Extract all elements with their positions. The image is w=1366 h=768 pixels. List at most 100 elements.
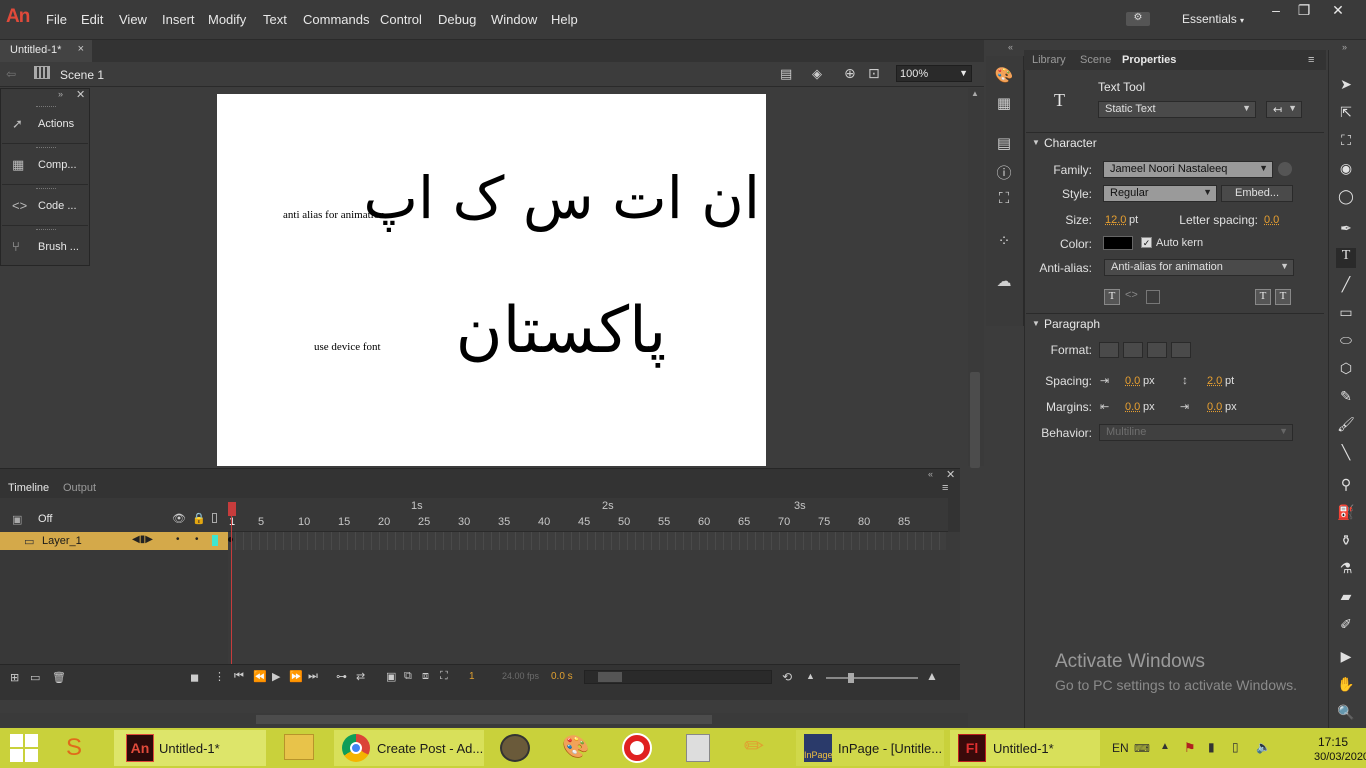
menu-help[interactable]: Help (551, 12, 578, 27)
stage[interactable] (217, 94, 766, 466)
frame-rate[interactable]: 24.00 fps (502, 671, 539, 681)
tab-scene[interactable]: Scene (1080, 54, 1111, 66)
edit-scene-icon[interactable]: ▤ (780, 66, 792, 82)
selectable-text-icon[interactable]: T (1104, 289, 1120, 305)
file-explorer-icon[interactable] (284, 734, 314, 760)
font-style-select[interactable]: Regular ▼ (1103, 185, 1217, 202)
clock-time[interactable]: 17:15 (1318, 735, 1348, 749)
minimize-icon[interactable]: – (1262, 2, 1290, 20)
left-margin-value[interactable]: 0.0 (1125, 401, 1140, 413)
timeline-vertical-scrollbar[interactable] (948, 532, 960, 664)
elapsed-time[interactable]: 0.0 s (551, 671, 573, 682)
volume-icon[interactable]: 🔈 (1256, 740, 1271, 754)
paragraph-section-header[interactable]: ▼ Paragraph (1026, 313, 1324, 333)
start-windows-icon[interactable] (10, 734, 38, 762)
subscript-icon[interactable]: T (1275, 289, 1291, 305)
loop-icon[interactable]: ⇄ (356, 670, 365, 683)
align-icon[interactable]: ▤ (994, 134, 1014, 154)
menu-text[interactable]: Text (263, 12, 287, 27)
tab-timeline[interactable]: Timeline (8, 482, 49, 494)
keyboard-icon[interactable]: ⌨ (1134, 742, 1150, 755)
layer-nav-icon[interactable]: ◀▮▶ (132, 534, 153, 545)
go-to-first-frame-icon[interactable]: ⏮ (234, 670, 244, 683)
frame-size-slider[interactable] (826, 677, 918, 679)
go-to-last-frame-icon[interactable]: ⏭ (308, 670, 318, 683)
onion-outline-icon[interactable]: ⧉ (404, 670, 412, 683)
align-justify-icon[interactable] (1171, 342, 1191, 358)
tab-output[interactable]: Output (63, 482, 96, 494)
font-size-value[interactable]: 12.0 (1105, 214, 1126, 226)
collapse-icons-icon[interactable]: « (1008, 42, 1013, 52)
paint-icon[interactable]: 🎨 (562, 734, 592, 762)
color-palette-icon[interactable]: 🎨 (994, 66, 1014, 86)
anti-alias-select[interactable]: Anti-alias for animation ▼ (1104, 259, 1294, 276)
letter-spacing-value[interactable]: 0.0 (1264, 214, 1279, 226)
show-border-icon[interactable] (1146, 290, 1160, 304)
center-stage-icon[interactable]: ⊕ (844, 65, 856, 82)
zoom-tool-icon[interactable]: 🔍 (1336, 704, 1356, 724)
menu-modify[interactable]: Modify (208, 12, 246, 27)
auto-kern-checkbox[interactable]: ✓ (1141, 237, 1152, 248)
layer-frames[interactable] (228, 532, 946, 550)
cc-libraries-icon[interactable]: ☁ (994, 272, 1014, 292)
text-color-swatch[interactable] (1103, 236, 1133, 250)
eyedropper-tool-icon[interactable]: ⚗ (1336, 560, 1356, 580)
collapse-timeline-icon[interactable]: « (928, 469, 933, 479)
document-tab[interactable]: Untitled-1* × (0, 40, 92, 62)
swatches-icon[interactable]: ▦ (994, 94, 1014, 114)
calculator-icon[interactable] (686, 734, 710, 762)
selection-tool-icon[interactable]: ➤ (1336, 76, 1356, 96)
line-tool-icon[interactable]: ╱ (1336, 276, 1356, 296)
text-tool-icon[interactable]: T (1336, 248, 1356, 268)
right-margin-value[interactable]: 0.0 (1207, 401, 1222, 413)
align-left-icon[interactable] (1099, 342, 1119, 358)
workspace-switcher[interactable]: Essentials ▾ (1182, 12, 1244, 26)
menu-edit[interactable]: Edit (81, 12, 103, 27)
menu-commands[interactable]: Commands (303, 12, 369, 27)
current-frame[interactable]: 1 (469, 671, 475, 682)
tab-properties[interactable]: Properties (1122, 54, 1176, 66)
zoom-select[interactable]: 100% ▼ (896, 65, 972, 82)
paint-bucket-tool-icon[interactable]: ⛽ (1336, 504, 1356, 524)
text-orientation-select[interactable]: ↤ ▼ (1266, 101, 1302, 118)
battery-icon[interactable]: ▯ (1232, 740, 1239, 754)
ink-bottle-tool-icon[interactable]: ⚱ (1336, 532, 1356, 552)
onion-skin-toggle-icon[interactable]: ▣ (386, 670, 396, 683)
layer-visibility-dot-icon[interactable]: • (176, 534, 180, 545)
step-back-icon[interactable]: ⏪ (253, 670, 267, 683)
close-icon[interactable]: ✕ (1324, 2, 1352, 20)
align-right-icon[interactable] (1147, 342, 1167, 358)
frame-size-slider-thumb[interactable] (848, 673, 854, 683)
zoom-in-icon[interactable]: ▲ (926, 669, 938, 683)
zoom-out-icon[interactable]: ▲ (806, 671, 815, 681)
embed-button[interactable]: Embed... (1221, 185, 1293, 202)
text-type-select[interactable]: Static Text ▼ (1098, 101, 1256, 118)
media-player-icon[interactable] (500, 734, 530, 762)
new-folder-icon[interactable]: ▭ (30, 671, 40, 684)
network-icon[interactable]: ▮ (1208, 740, 1215, 754)
free-transform-tool-icon[interactable]: ⛶ (1336, 132, 1356, 152)
menu-window[interactable]: Window (491, 12, 537, 27)
menu-insert[interactable]: Insert (162, 12, 195, 27)
center-frame-icon[interactable]: ⊶ (336, 670, 347, 683)
menu-debug[interactable]: Debug (438, 12, 476, 27)
layer-name[interactable]: Layer_1 (42, 535, 82, 547)
stage-vertical-scroll-thumb[interactable] (970, 372, 980, 468)
camera-icon[interactable]: ◼ (190, 671, 199, 684)
stage-urdu-text-bottom[interactable]: پاکستان (448, 288, 674, 374)
pen-tool-icon[interactable]: ✒ (1336, 220, 1356, 240)
layer-lock-dot-icon[interactable]: • (195, 534, 199, 545)
collapse-panel-icon[interactable]: » (58, 89, 63, 99)
brush-tool-icon[interactable]: ╲ (1336, 444, 1356, 464)
render-html-icon[interactable]: <> (1125, 289, 1138, 301)
width-tool-icon[interactable]: ✐ (1336, 616, 1356, 636)
onion-skin-icon[interactable]: ▣ (12, 513, 22, 526)
new-layer-icon[interactable]: ⊞ (10, 671, 19, 684)
stage-urdu-text-top[interactable]: ان ات س ک اپ (363, 158, 760, 238)
bone-tool-icon[interactable]: ⚲ (1336, 476, 1356, 496)
tab-library[interactable]: Library (1032, 54, 1066, 66)
oval-tool-icon[interactable]: ⬭ (1336, 332, 1356, 352)
collapse-tools-icon[interactable]: » (1342, 42, 1347, 52)
step-forward-icon[interactable]: ⏩ (289, 670, 303, 683)
menu-view[interactable]: View (119, 12, 147, 27)
